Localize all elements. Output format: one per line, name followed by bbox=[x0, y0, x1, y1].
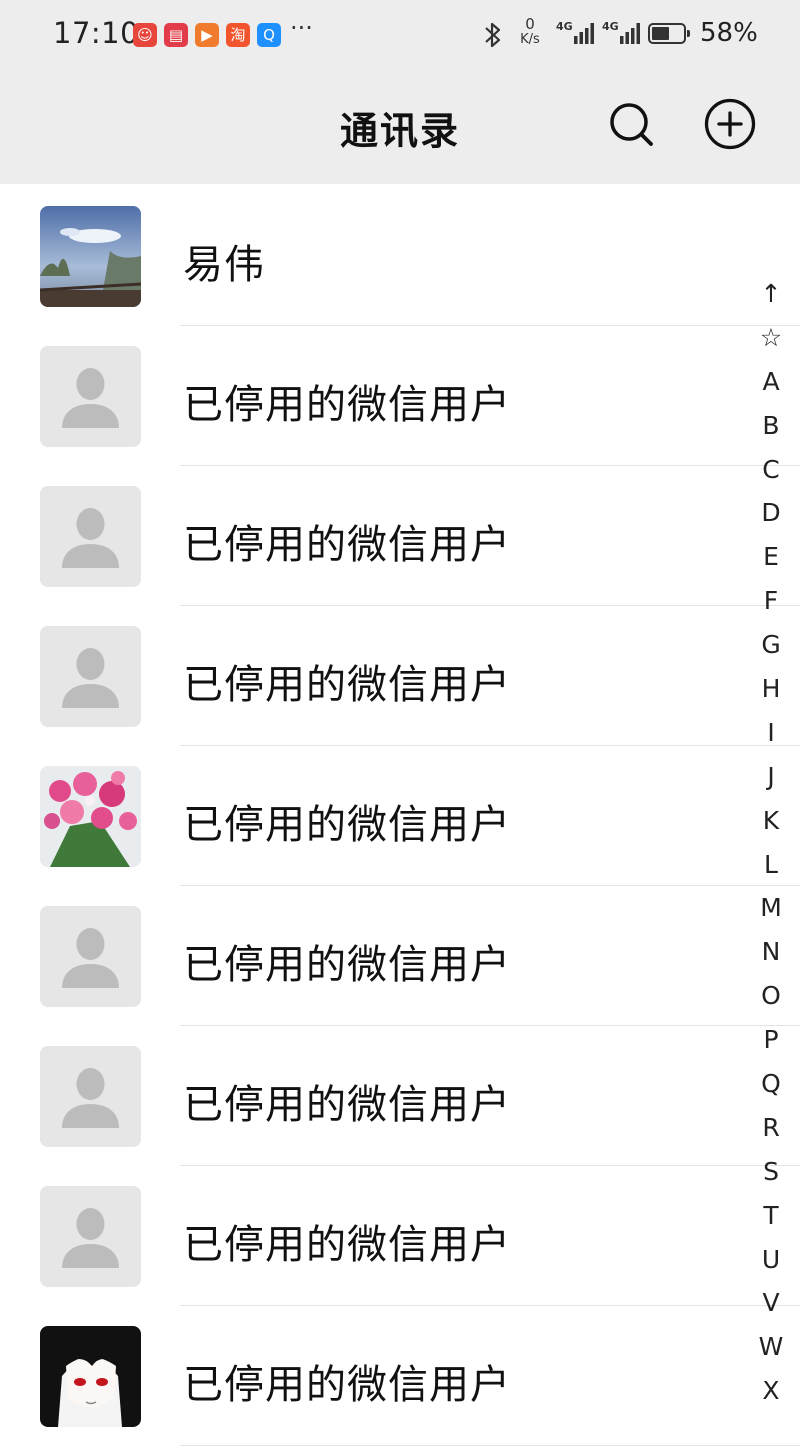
contact-avatar bbox=[40, 626, 141, 727]
index-letter[interactable]: T bbox=[750, 1194, 792, 1238]
contact-name: 已停用的微信用户 bbox=[183, 942, 511, 988]
battery-percent: 58% bbox=[700, 18, 758, 48]
index-letter[interactable]: B bbox=[750, 404, 792, 448]
contact-row[interactable]: 已停用的微信用户 bbox=[0, 746, 800, 886]
bluetooth-icon bbox=[485, 22, 501, 48]
index-letter[interactable]: M bbox=[750, 886, 792, 930]
network-speed: 0 K/s bbox=[516, 15, 544, 48]
network-speed-unit: K/s bbox=[520, 32, 540, 47]
contact-name: 已停用的微信用户 bbox=[183, 522, 511, 568]
contact-row[interactable]: 已停用的微信用户 bbox=[0, 606, 800, 746]
top-area: 17:10 ☺ ▤ ▶ 淘 Q ··· 0 K/s 4G 4G 58% 通讯录 bbox=[0, 0, 800, 184]
index-letter[interactable]: O bbox=[750, 974, 792, 1018]
contact-row[interactable]: 已停用的微信用户 bbox=[0, 886, 800, 1026]
index-letter[interactable]: U bbox=[750, 1238, 792, 1282]
contact-avatar bbox=[40, 1186, 141, 1287]
index-letter[interactable]: G bbox=[750, 623, 792, 667]
contact-name: 已停用的微信用户 bbox=[183, 662, 511, 708]
page-title: 通讯录 bbox=[339, 109, 460, 153]
index-letter[interactable]: C bbox=[750, 448, 792, 492]
contact-row[interactable]: 已停用的微信用户 bbox=[0, 1306, 800, 1446]
index-letter[interactable]: S bbox=[750, 1150, 792, 1194]
contact-list: 易伟已停用的微信用户 已停用的微信用户 已停用的微信用户 已停用的微信用户 已停用的微信… bbox=[0, 186, 800, 1446]
search-app-icon: Q bbox=[257, 23, 281, 47]
index-letter[interactable]: ↑ bbox=[750, 272, 792, 316]
video-app-icon: ▶ bbox=[195, 23, 219, 47]
index-letter[interactable]: L bbox=[750, 843, 792, 887]
index-letter[interactable]: X bbox=[750, 1369, 792, 1413]
contact-avatar bbox=[40, 206, 141, 307]
index-letter[interactable]: F bbox=[750, 579, 792, 623]
battery-icon bbox=[648, 23, 690, 44]
contact-row[interactable]: 易伟 bbox=[0, 186, 800, 326]
contact-avatar bbox=[40, 1326, 141, 1427]
contact-row[interactable]: 已停用的微信用户 bbox=[0, 466, 800, 606]
index-letter[interactable]: D bbox=[750, 491, 792, 535]
index-letter[interactable]: ☆ bbox=[750, 316, 792, 360]
contact-avatar bbox=[40, 346, 141, 447]
battery-level-fill bbox=[652, 27, 669, 40]
taobao-app-icon: 淘 bbox=[226, 23, 250, 47]
index-letter[interactable]: K bbox=[750, 799, 792, 843]
search-icon[interactable] bbox=[602, 96, 660, 154]
contact-row[interactable]: 已停用的微信用户 bbox=[0, 326, 800, 466]
index-letter[interactable]: R bbox=[750, 1106, 792, 1150]
status-bar: 17:10 ☺ ▤ ▶ 淘 Q ··· 0 K/s 4G 4G 58% bbox=[0, 0, 800, 72]
index-letter[interactable]: N bbox=[750, 930, 792, 974]
contact-avatar bbox=[40, 1046, 141, 1147]
book-app-icon: ▤ bbox=[164, 23, 188, 47]
index-letter[interactable]: Q bbox=[750, 1062, 792, 1106]
index-letter[interactable]: W bbox=[750, 1325, 792, 1369]
index-letter[interactable]: H bbox=[750, 667, 792, 711]
contact-row[interactable]: 已停用的微信用户 bbox=[0, 1166, 800, 1306]
contact-avatar bbox=[40, 766, 141, 867]
contact-name: 易伟 bbox=[183, 242, 265, 288]
contact-name: 已停用的微信用户 bbox=[183, 1222, 511, 1268]
alphabet-index[interactable]: ↑ ☆ A B C D E F G H I J K L M N O P Q R S T U V W X bbox=[750, 272, 792, 1413]
index-letter[interactable]: P bbox=[750, 1018, 792, 1062]
contact-name: 已停用的微信用户 bbox=[183, 382, 511, 428]
contact-name: 已停用的微信用户 bbox=[183, 802, 511, 848]
add-circle-icon[interactable] bbox=[701, 96, 759, 154]
index-letter[interactable]: J bbox=[750, 755, 792, 799]
contact-name: 已停用的微信用户 bbox=[183, 1362, 511, 1408]
contact-name: 已停用的微信用户 bbox=[183, 1082, 511, 1128]
more-notifications-icon: ··· bbox=[290, 14, 313, 42]
contact-row[interactable]: 已停用的微信用户 bbox=[0, 1026, 800, 1166]
index-letter[interactable]: A bbox=[750, 360, 792, 404]
contact-avatar bbox=[40, 486, 141, 587]
index-letter[interactable]: I bbox=[750, 711, 792, 755]
index-letter[interactable]: V bbox=[750, 1281, 792, 1325]
contact-avatar bbox=[40, 906, 141, 1007]
weibo-app-icon: ☺ bbox=[133, 23, 157, 47]
index-letter[interactable]: E bbox=[750, 535, 792, 579]
status-time: 17:10 bbox=[53, 16, 140, 50]
network-speed-value: 0 bbox=[525, 15, 535, 33]
